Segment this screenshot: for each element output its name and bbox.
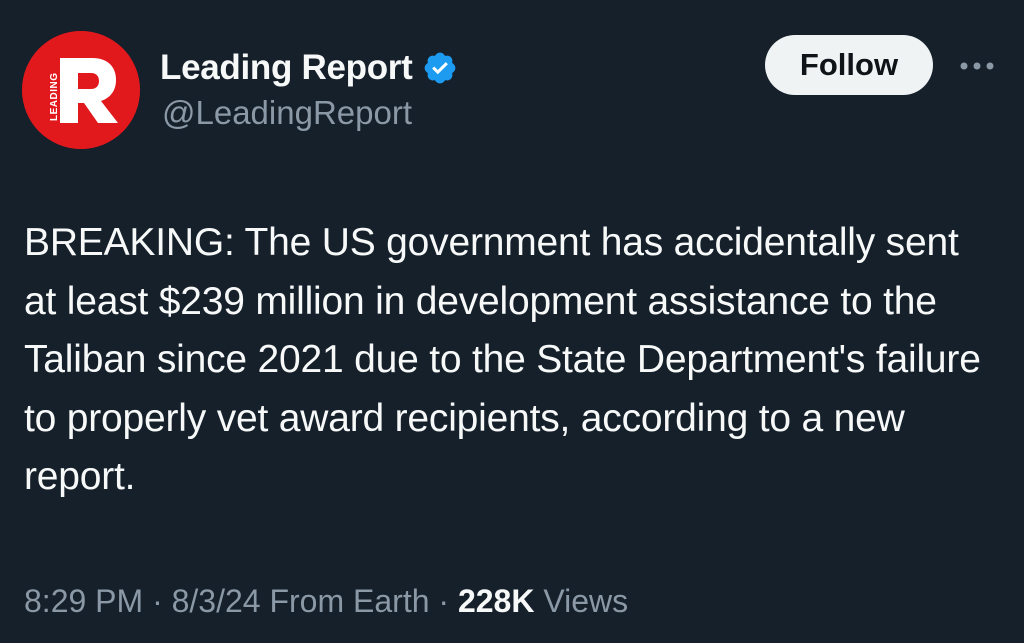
views-count[interactable]: 228K	[458, 583, 535, 619]
account-handle[interactable]: @LeadingReport	[162, 94, 412, 132]
svg-text:LEADING: LEADING	[49, 73, 60, 122]
tweet-source: From Earth	[260, 583, 430, 619]
verified-badge-icon	[422, 50, 458, 86]
follow-button[interactable]: Follow	[765, 35, 933, 95]
tweet-date[interactable]: 8/3/24	[172, 583, 261, 619]
views-label: Views	[534, 583, 629, 619]
more-options-button[interactable]	[952, 48, 1002, 84]
leading-report-logo: LEADING	[22, 31, 140, 149]
tweet-text: BREAKING: The US government has accident…	[24, 221, 981, 498]
name-row: Leading Report	[160, 44, 458, 92]
tweet-meta: 8:29 PM · 8/3/24 From Earth · 228K Views	[24, 583, 628, 620]
tweet-time[interactable]: 8:29 PM	[24, 583, 143, 619]
more-horizontal-icon	[960, 62, 994, 70]
display-name[interactable]: Leading Report	[160, 48, 413, 88]
meta-separator: ·	[143, 583, 172, 619]
avatar[interactable]: LEADING	[22, 31, 140, 149]
meta-separator: ·	[429, 583, 458, 619]
